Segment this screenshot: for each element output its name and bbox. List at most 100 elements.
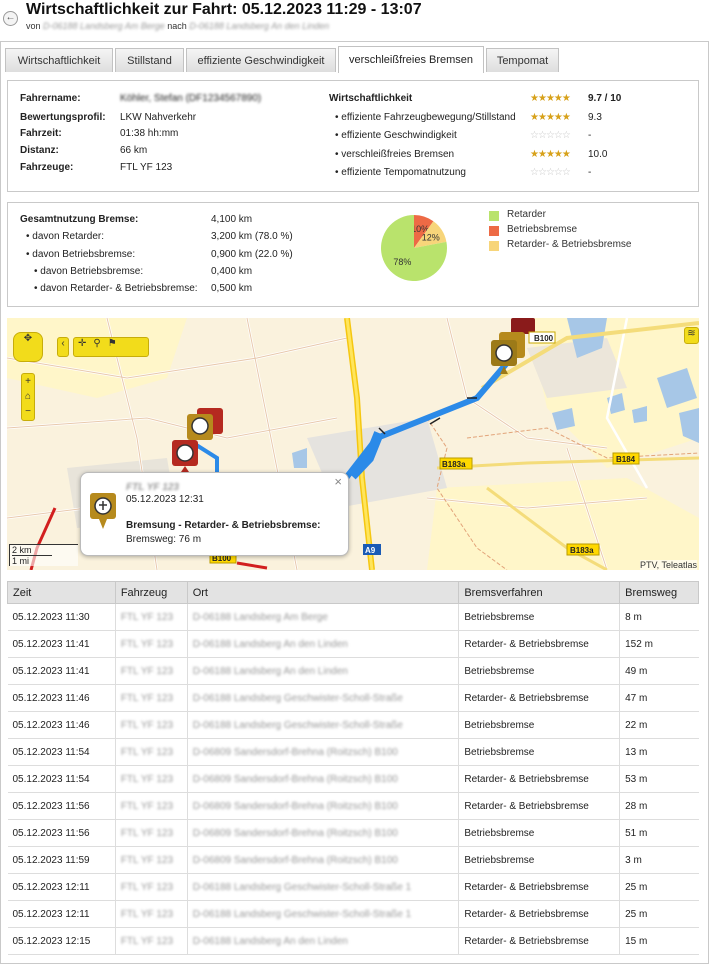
star-empty-icon: ☆ <box>537 167 547 178</box>
zoom-magnifier-icon[interactable]: ⚲ <box>93 338 107 349</box>
cell-distance: 3 m <box>619 846 699 874</box>
road-label-b183a-bottom: B183a <box>570 546 594 555</box>
cell-place: D-06188 Landsberg Am Berge <box>187 603 460 631</box>
home-icon[interactable]: ⌂ <box>22 389 34 404</box>
star-filled-icon: ★ <box>530 93 539 104</box>
table-row[interactable]: 05.12.2023 11:56 FTL YF 123 D-06809 Sander… <box>7 819 699 847</box>
tab-verschleissfreies-bremsen[interactable]: verschleißfreies Bremsen <box>338 46 484 73</box>
brake-retarder-label: • davon Retarder: <box>26 231 104 242</box>
cell-time: 05.12.2023 12:11 <box>7 900 116 928</box>
table-row[interactable]: 05.12.2023 11:56 FTL YF 123 D-06809 Sander… <box>7 792 699 820</box>
driver-value: Köhler, Stefan (DF1234567890) <box>120 93 262 104</box>
star-filled-icon: ★ <box>545 112 555 123</box>
cell-distance: 22 m <box>619 711 699 739</box>
close-icon[interactable]: × <box>334 474 342 489</box>
route-start: D-06188 Landsberg Am Berge <box>43 21 165 31</box>
table-row[interactable]: 05.12.2023 12:11 FTL YF 123 D-06188 Landsb… <box>7 900 699 928</box>
cell-distance: 15 m <box>619 927 699 955</box>
cell-method: Betriebsbremse <box>458 846 621 874</box>
cell-place: D-06188 Landsberg Geschwister-Scholl-Str… <box>187 711 460 739</box>
column-header-method[interactable]: Bremsverfahren <box>458 581 621 604</box>
cell-vehicle: FTL YF 123 <box>115 603 188 631</box>
star-filled-icon: ★ <box>561 149 571 160</box>
rating-label-1: • effiziente Fahrzeugbewegung/Stillstand <box>335 112 516 123</box>
brake-events-table: Zeit Fahrzeug Ort Bremsverfahren Bremswe… <box>7 581 699 955</box>
cell-place: D-06809 Sandersdorf-Brehna (Roitzsch) B1… <box>187 792 460 820</box>
map-attribution: PTV, Teleatlas <box>639 560 697 570</box>
zoom-out-button[interactable]: − <box>22 404 34 419</box>
table-row[interactable]: 05.12.2023 11:59 FTL YF 123 D-06809 Sander… <box>7 846 699 874</box>
brake-service-only-text: davon Betriebsbremse: <box>40 266 144 277</box>
tab-stillstand[interactable]: Stillstand <box>115 48 184 72</box>
map-scale: 2 km 1 mi <box>9 544 78 566</box>
zoom-in-button[interactable]: + <box>22 374 34 389</box>
rating-text-4: effiziente Tempomatnutzung <box>341 167 466 178</box>
table-row[interactable]: 05.12.2023 11:54 FTL YF 123 D-06809 Sander… <box>7 765 699 793</box>
popup-event: Bremsung - Retarder- & Betriebsbremse: <box>126 520 321 531</box>
brake-marker-icon <box>90 493 116 529</box>
cell-time: 05.12.2023 11:41 <box>7 630 116 658</box>
time-value: 01:38 hh:mm <box>120 128 179 139</box>
cell-method: Betriebsbremse <box>458 711 621 739</box>
table-row[interactable]: 05.12.2023 12:11 FTL YF 123 D-06188 Landsb… <box>7 873 699 901</box>
star-empty-icon: ☆ <box>553 167 563 178</box>
tab-wirtschaftlichkeit[interactable]: Wirtschaftlichkeit <box>5 48 113 72</box>
cell-place: D-06188 Landsberg An den Linden <box>187 630 460 658</box>
star-empty-icon: ☆ <box>561 167 571 178</box>
cell-time: 05.12.2023 11:46 <box>7 684 116 712</box>
cell-distance: 28 m <box>619 792 699 820</box>
star-empty-icon: ☆ <box>537 130 547 141</box>
rating-text-3: verschleißfreies Bremsen <box>341 149 455 160</box>
cell-method: Retarder- & Betriebsbremse <box>458 900 621 928</box>
econ-label: Wirtschaftlichkeit <box>329 93 413 104</box>
subtitle-to-label: nach <box>167 21 187 31</box>
cell-method: Retarder- & Betriebsbremse <box>458 873 621 901</box>
road-label-a9: A9 <box>365 546 376 555</box>
collapse-toolbar-button[interactable]: ‹ <box>57 337 69 357</box>
layers-icon[interactable]: ≋ <box>684 327 699 344</box>
brake-usage-panel: Gesamtnutzung Bremse: 4,100 km • davon R… <box>7 202 699 307</box>
scale-km: 2 km <box>12 545 32 555</box>
tab-effiziente-geschwindigkeit[interactable]: effiziente Geschwindigkeit <box>186 48 336 72</box>
zoom-control[interactable]: + ⌂ − <box>21 373 35 421</box>
table-row[interactable]: 05.12.2023 11:46 FTL YF 123 D-06188 Landsb… <box>7 684 699 712</box>
rating-text-2: effiziente Geschwindigkeit <box>341 130 457 141</box>
brake-pie-chart: 10%12%78% <box>381 215 447 281</box>
select-cursor-icon[interactable]: ✛ <box>78 338 93 349</box>
map-toolbar[interactable]: ✛⚲⚑ <box>73 337 149 357</box>
cell-vehicle: FTL YF 123 <box>115 792 188 820</box>
table-row[interactable]: 05.12.2023 11:41 FTL YF 123 D-06188 Landsb… <box>7 630 699 658</box>
rating-value-3: 10.0 <box>588 149 608 160</box>
rating-stars-3: ★★★★★ <box>530 149 571 160</box>
table-row[interactable]: 05.12.2023 11:30 FTL YF 123 D-06188 Landsb… <box>7 603 699 631</box>
cell-method: Betriebsbremse <box>458 738 621 766</box>
back-arrow-icon[interactable]: ← <box>3 11 18 26</box>
cell-vehicle: FTL YF 123 <box>115 711 188 739</box>
column-header-distance[interactable]: Bremsweg <box>619 581 699 604</box>
cell-place: D-06188 Landsberg An den Linden <box>187 927 460 955</box>
popup-vehicle: FTL YF 123 <box>126 482 179 493</box>
column-header-place[interactable]: Ort <box>186 581 460 604</box>
cell-distance: 47 m <box>619 684 699 712</box>
cell-method: Betriebsbremse <box>458 819 621 847</box>
tab-tempomat[interactable]: Tempomat <box>486 48 559 72</box>
cell-time: 05.12.2023 11:46 <box>7 711 116 739</box>
column-header-time[interactable]: Zeit <box>7 581 116 604</box>
star-filled-icon: ★ <box>553 93 563 104</box>
column-header-vehicle[interactable]: Fahrzeug <box>114 581 188 604</box>
pin-icon[interactable]: ⚑ <box>108 338 124 349</box>
cell-place: D-06188 Landsberg Geschwister-Scholl-Str… <box>187 873 460 901</box>
cell-place: D-06809 Sandersdorf-Brehna (Roitzsch) B1… <box>187 846 460 874</box>
table-row[interactable]: 05.12.2023 12:15 FTL YF 123 D-06188 Landsb… <box>7 927 699 955</box>
pan-control[interactable]: ✥ <box>13 332 43 362</box>
table-row[interactable]: 05.12.2023 11:46 FTL YF 123 D-06188 Landsb… <box>7 711 699 739</box>
cell-vehicle: FTL YF 123 <box>115 846 188 874</box>
table-row[interactable]: 05.12.2023 11:41 FTL YF 123 D-06188 Landsb… <box>7 657 699 685</box>
cell-distance: 53 m <box>619 765 699 793</box>
cell-vehicle: FTL YF 123 <box>115 819 188 847</box>
brake-combined-label: • davon Retarder- & Betriebsbremse: <box>34 283 198 294</box>
scale-mi: 1 mi <box>12 555 52 566</box>
table-row[interactable]: 05.12.2023 11:54 FTL YF 123 D-06809 Sander… <box>7 738 699 766</box>
star-filled-icon: ★ <box>537 149 547 160</box>
cell-vehicle: FTL YF 123 <box>115 684 188 712</box>
